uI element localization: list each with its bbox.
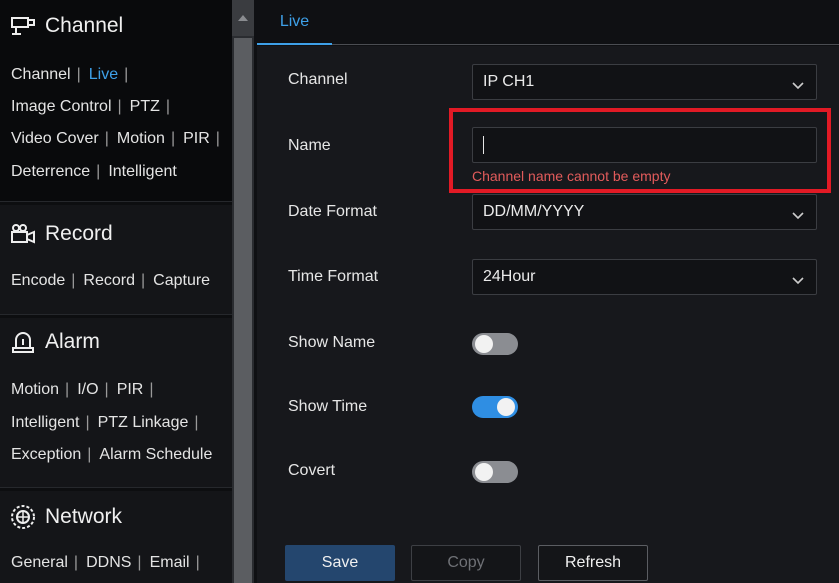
sidebar-item-ddns[interactable]: DDNS bbox=[86, 554, 131, 571]
time-format-value: 24Hour bbox=[483, 268, 536, 285]
toggle-knob bbox=[497, 398, 515, 416]
network-section-header[interactable]: Network bbox=[9, 502, 122, 532]
record-section-title: Record bbox=[45, 222, 113, 245]
sidebar-row: Video Cover | Motion | PIR | bbox=[11, 130, 220, 147]
sidebar-item-encode[interactable]: Encode bbox=[11, 272, 65, 289]
sidebar-section-alarm: Alarm Motion | I/O | PIR | Intelligent | PTZ Li… bbox=[0, 318, 232, 488]
main-content: Live Channel IP CH1 Name Channel name ca… bbox=[254, 0, 839, 583]
sidebar-item-deterrence[interactable]: Deterrence bbox=[11, 163, 90, 180]
sidebar-row: General | DDNS | Email | bbox=[11, 554, 200, 571]
date-format-select[interactable]: DD/MM/YYYY bbox=[472, 194, 817, 230]
tab-live[interactable]: Live bbox=[257, 0, 332, 45]
toggle-knob bbox=[475, 335, 493, 353]
sidebar-item-motion[interactable]: Motion bbox=[117, 130, 165, 147]
covert-label: Covert bbox=[288, 462, 336, 479]
sidebar-row: Motion | I/O | PIR | bbox=[11, 381, 154, 398]
sidebar-item-general[interactable]: General bbox=[11, 554, 68, 571]
alarm-section-header[interactable]: Alarm bbox=[9, 327, 100, 357]
sidebar-item-video-cover[interactable]: Video Cover bbox=[11, 130, 99, 147]
alarm-light-icon bbox=[9, 329, 37, 355]
sidebar-item-alarm-motion[interactable]: Motion bbox=[11, 381, 59, 398]
sidebar-item-ptz-linkage[interactable]: PTZ Linkage bbox=[98, 414, 189, 431]
covert-toggle[interactable] bbox=[472, 461, 518, 483]
chevron-down-icon bbox=[792, 207, 804, 225]
record-section-header[interactable]: Record bbox=[9, 219, 113, 249]
tab-bar: Live bbox=[257, 0, 839, 45]
show-name-toggle[interactable] bbox=[472, 333, 518, 355]
sidebar-section-record: Record Encode | Record | Capture bbox=[0, 205, 232, 315]
sidebar-item-live[interactable]: Live bbox=[89, 66, 118, 83]
chevron-down-icon bbox=[792, 272, 804, 290]
error-highlight-box bbox=[449, 108, 831, 193]
sidebar-item-io[interactable]: I/O bbox=[77, 381, 98, 398]
sidebar-item-ptz[interactable]: PTZ bbox=[130, 98, 160, 115]
alarm-section-title: Alarm bbox=[45, 330, 100, 353]
sidebar-row: Encode | Record | Capture bbox=[11, 272, 211, 289]
sidebar-item-image-control[interactable]: Image Control bbox=[11, 98, 112, 115]
sidebar-item-channel[interactable]: Channel bbox=[11, 66, 71, 83]
sidebar-item-alarm-schedule[interactable]: Alarm Schedule bbox=[99, 446, 212, 463]
channel-label: Channel bbox=[288, 71, 348, 88]
date-format-label: Date Format bbox=[288, 203, 377, 220]
sidebar-section-network: Network General | DDNS | Email | bbox=[0, 491, 232, 583]
time-format-select[interactable]: 24Hour bbox=[472, 259, 817, 295]
sidebar-item-alarm-intelligent[interactable]: Intelligent bbox=[11, 414, 80, 431]
channel-section-title: Channel bbox=[45, 14, 124, 37]
toggle-knob bbox=[475, 463, 493, 481]
sidebar-item-record[interactable]: Record bbox=[83, 272, 135, 289]
sidebar-item-pir[interactable]: PIR bbox=[183, 130, 210, 147]
chevron-down-icon bbox=[792, 77, 804, 95]
scroll-up-arrow-icon[interactable] bbox=[232, 0, 254, 36]
channel-select-value: IP CH1 bbox=[483, 73, 535, 90]
video-camera-icon bbox=[9, 221, 37, 247]
refresh-button[interactable]: Refresh bbox=[538, 545, 648, 581]
sidebar-row: Deterrence | Intelligent bbox=[11, 163, 177, 180]
copy-button[interactable]: Copy bbox=[411, 545, 521, 581]
show-time-label: Show Time bbox=[288, 398, 368, 415]
time-format-label: Time Format bbox=[288, 268, 379, 285]
camera-icon bbox=[9, 13, 37, 39]
sidebar-item-alarm-pir[interactable]: PIR bbox=[117, 381, 144, 398]
live-settings-panel: Channel IP CH1 Name Channel name cannot … bbox=[257, 46, 839, 583]
scrollbar-thumb[interactable] bbox=[234, 38, 252, 583]
sidebar-row: Channel | Live | bbox=[11, 66, 129, 83]
sidebar-scrollbar[interactable] bbox=[232, 0, 254, 583]
sidebar-item-capture[interactable]: Capture bbox=[153, 272, 210, 289]
globe-icon bbox=[9, 504, 37, 530]
save-button[interactable]: Save bbox=[285, 545, 395, 581]
sidebar-row: Image Control | PTZ | bbox=[11, 98, 171, 115]
channel-select[interactable]: IP CH1 bbox=[472, 64, 817, 100]
settings-sidebar: Channel Channel | Live | Image Control | PTZ |… bbox=[0, 0, 232, 583]
sidebar-item-exception[interactable]: Exception bbox=[11, 446, 81, 463]
sidebar-section-channel: Channel Channel | Live | Image Control | PTZ |… bbox=[0, 0, 232, 202]
show-time-toggle[interactable] bbox=[472, 396, 518, 418]
sidebar-row: Exception | Alarm Schedule bbox=[11, 446, 213, 463]
sidebar-item-intelligent[interactable]: Intelligent bbox=[108, 163, 177, 180]
sidebar-row: Intelligent | PTZ Linkage | bbox=[11, 414, 199, 431]
date-format-value: DD/MM/YYYY bbox=[483, 203, 585, 220]
show-name-label: Show Name bbox=[288, 334, 376, 351]
network-section-title: Network bbox=[45, 505, 123, 528]
sidebar-item-email[interactable]: Email bbox=[150, 554, 190, 571]
channel-section-header[interactable]: Channel bbox=[9, 11, 123, 41]
name-label: Name bbox=[288, 137, 331, 154]
